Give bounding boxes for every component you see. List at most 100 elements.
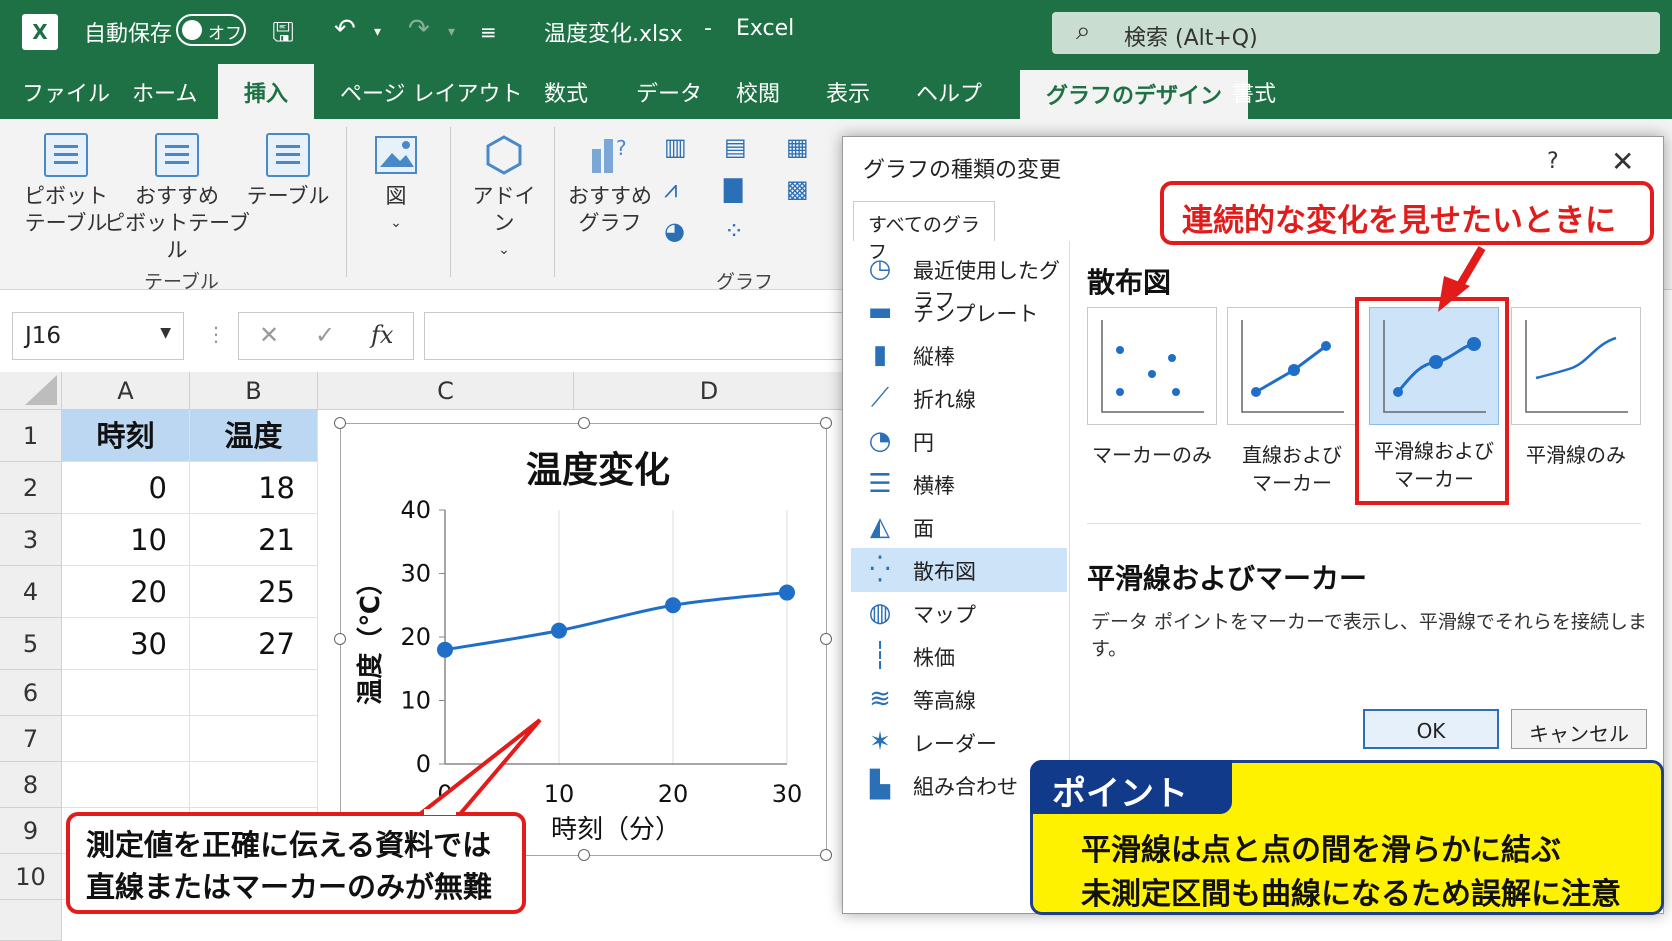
- cell-a1[interactable]: 時刻: [62, 410, 190, 462]
- addins-button[interactable]: アドイン ⌄: [466, 133, 542, 264]
- insert-function-icon[interactable]: fx: [371, 321, 393, 349]
- empty-cell[interactable]: [190, 670, 318, 716]
- table-cell[interactable]: 30: [62, 618, 190, 670]
- picture-button[interactable]: 図 ⌄: [366, 133, 426, 237]
- table-cell[interactable]: 27: [190, 618, 318, 670]
- tab-chart-design[interactable]: グラフのデザイン: [1020, 70, 1249, 119]
- chart-type-item[interactable]: ≋ 等高線: [851, 677, 1067, 721]
- search-box[interactable]: ⌕ 検索 (Alt+Q): [1052, 12, 1660, 54]
- stat-chart-insert-icon[interactable]: ▦: [786, 133, 816, 161]
- customize-qat-icon[interactable]: ≡: [480, 20, 497, 44]
- close-icon[interactable]: ✕: [1611, 145, 1634, 178]
- table-cell[interactable]: 21: [190, 514, 318, 566]
- table-cell[interactable]: 18: [190, 462, 318, 514]
- undo-icon[interactable]: ↶: [334, 14, 356, 44]
- table-cell[interactable]: 25: [190, 566, 318, 618]
- subtype-straight-lines-markers[interactable]: [1227, 307, 1357, 425]
- help-icon[interactable]: ?: [1547, 149, 1559, 174]
- redo-icon[interactable]: ↷: [408, 14, 430, 44]
- chart-type-item[interactable]: ☰ 横棒: [851, 462, 1067, 506]
- tab-review[interactable]: 校閲: [736, 76, 780, 108]
- cancel-icon[interactable]: ✕: [259, 321, 279, 349]
- resize-handle[interactable]: [334, 633, 346, 645]
- tab-insert[interactable]: 挿入: [218, 64, 315, 119]
- scatter-chart-insert-icon[interactable]: ⁘: [724, 217, 754, 245]
- save-icon[interactable]: 🖫: [272, 14, 294, 58]
- table-cell[interactable]: 20: [62, 566, 190, 618]
- row-header[interactable]: 7: [0, 716, 62, 762]
- chart-type-item[interactable]: ▬ テンプレート: [851, 290, 1067, 334]
- row-header[interactable]: 2: [0, 462, 62, 514]
- row-header[interactable]: 5: [0, 618, 62, 670]
- empty-cell[interactable]: [62, 670, 190, 716]
- pie-chart-insert-icon[interactable]: ◕: [664, 217, 694, 245]
- chart-type-item[interactable]: ✶ レーダー: [851, 720, 1067, 764]
- chevron-down-icon[interactable]: ▼: [160, 325, 171, 341]
- chart-type-item[interactable]: ◷ 最近使用したグラフ: [851, 247, 1067, 313]
- empty-cell[interactable]: [62, 716, 190, 762]
- tab-view[interactable]: 表示: [826, 76, 870, 108]
- undo-dropdown-icon[interactable]: ▾: [374, 24, 381, 40]
- row-header[interactable]: 3: [0, 514, 62, 566]
- chart-type-item[interactable]: ◍ マップ: [851, 591, 1067, 635]
- row-header[interactable]: 8: [0, 762, 62, 808]
- column-header-b[interactable]: B: [190, 372, 318, 410]
- tab-formulas[interactable]: 数式: [544, 76, 588, 108]
- resize-handle[interactable]: [578, 417, 590, 429]
- chart-area[interactable]: 温度変化 0 10 20 30 0 10 20 30 40 時刻（分） 温度（℃）: [334, 417, 832, 861]
- subtype-smooth-lines-only[interactable]: [1511, 307, 1641, 425]
- empty-cell[interactable]: [190, 716, 318, 762]
- map-chart-insert-icon[interactable]: ▩: [786, 175, 816, 203]
- line-chart-insert-icon[interactable]: ⩘: [664, 175, 694, 203]
- resize-handle[interactable]: [820, 849, 832, 861]
- tab-page-layout[interactable]: ページ レイアウト: [340, 76, 523, 108]
- chart-type-item[interactable]: ⁛ 散布図: [851, 548, 1067, 592]
- ok-button[interactable]: OK: [1363, 709, 1499, 749]
- row-header[interactable]: 6: [0, 670, 62, 716]
- cell-b1[interactable]: 温度: [190, 410, 318, 462]
- tab-data[interactable]: データ: [636, 76, 702, 108]
- column-header-c[interactable]: C: [318, 372, 574, 410]
- hierarchy-chart-insert-icon[interactable]: ▤: [724, 133, 754, 161]
- chart-type-item[interactable]: ◭ 面: [851, 505, 1067, 549]
- tab-file[interactable]: ファイル: [22, 76, 110, 108]
- bar-chart-insert-icon[interactable]: ▇: [724, 175, 754, 203]
- select-all-corner[interactable]: [0, 372, 62, 410]
- tab-help[interactable]: ヘルプ: [916, 76, 982, 108]
- row-header[interactable]: 10: [0, 854, 62, 900]
- row-header[interactable]: 1: [0, 410, 62, 462]
- chart-type-item[interactable]: ┆ 株価: [851, 634, 1067, 678]
- pivot-table-button[interactable]: ピボット テーブル: [16, 133, 116, 237]
- recommended-charts-button[interactable]: ? おすすめ グラフ: [566, 133, 654, 237]
- chart-type-item[interactable]: ▮ 縦棒: [851, 333, 1067, 377]
- cancel-button[interactable]: キャンセル: [1511, 709, 1647, 749]
- table-cell[interactable]: 10: [62, 514, 190, 566]
- name-box[interactable]: J16 ▼: [12, 312, 184, 360]
- resize-handle[interactable]: [820, 633, 832, 645]
- chart-type-item[interactable]: ⟋ 折れ線: [851, 376, 1067, 420]
- row-header[interactable]: 9: [0, 808, 62, 854]
- column-chart-insert-icon[interactable]: ▥: [664, 133, 694, 161]
- resize-handle[interactable]: [334, 417, 346, 429]
- tab-all-charts[interactable]: すべてのグラフ: [853, 201, 995, 263]
- table-button[interactable]: テーブル: [246, 133, 330, 210]
- resize-handle[interactable]: [578, 849, 590, 861]
- tab-format[interactable]: 書式: [1232, 76, 1276, 108]
- recommended-pivot-button[interactable]: おすすめ ピボットテーブル: [104, 133, 250, 264]
- redo-dropdown-icon[interactable]: ▾: [448, 24, 455, 40]
- table-cell[interactable]: 0: [62, 462, 190, 514]
- autosave-toggle[interactable]: オフ: [176, 14, 246, 46]
- resize-handle[interactable]: [820, 417, 832, 429]
- enter-icon[interactable]: ✓: [315, 321, 335, 349]
- column-header-d[interactable]: D: [574, 372, 845, 410]
- empty-cell[interactable]: [190, 762, 318, 808]
- tab-home[interactable]: ホーム: [132, 76, 197, 108]
- formula-input[interactable]: [424, 312, 844, 360]
- empty-cell[interactable]: [62, 762, 190, 808]
- y-tick-label: 10: [400, 687, 431, 715]
- row-header[interactable]: 4: [0, 566, 62, 618]
- column-header-a[interactable]: A: [62, 372, 190, 410]
- excel-icon[interactable]: X: [22, 14, 58, 50]
- subtype-markers-only[interactable]: [1087, 307, 1217, 425]
- chart-type-item[interactable]: ◔ 円: [851, 419, 1067, 463]
